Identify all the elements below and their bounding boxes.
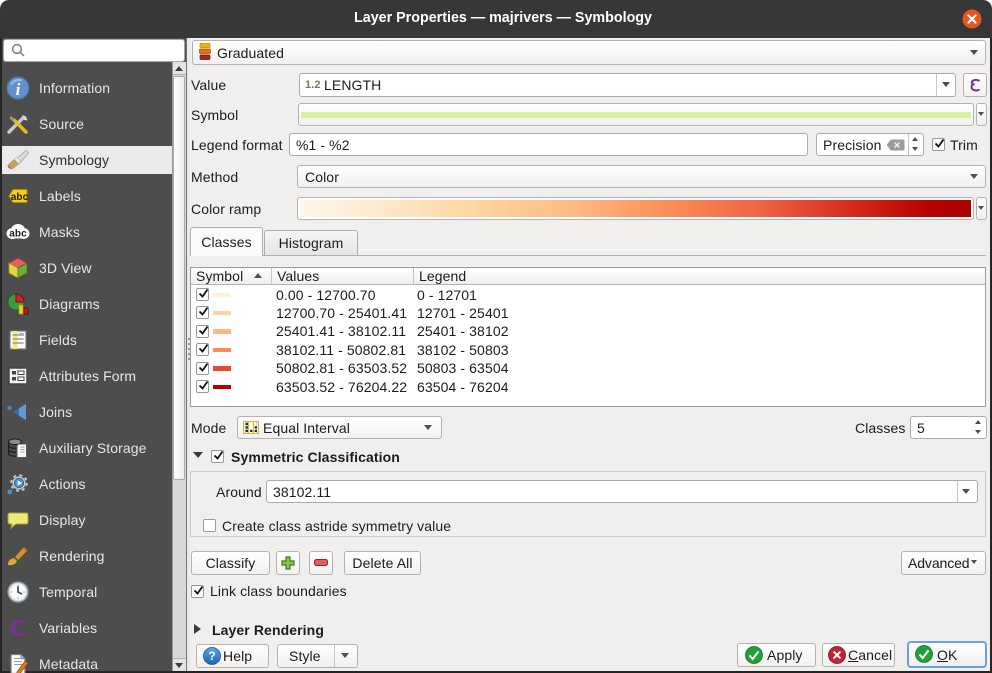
svg-text:?: ? xyxy=(208,649,215,663)
svg-text:abc: abc xyxy=(11,192,29,203)
svg-text:i: i xyxy=(16,80,21,99)
svg-text:abc: abc xyxy=(9,229,27,240)
